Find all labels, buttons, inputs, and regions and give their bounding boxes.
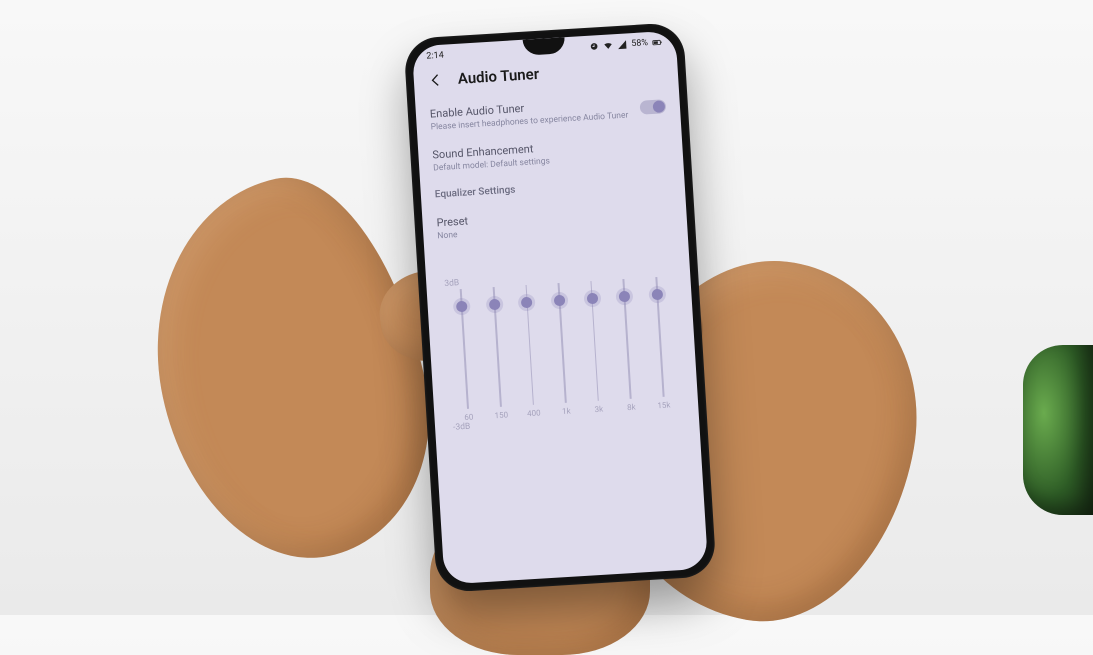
eq-freq-label: 8k	[627, 403, 636, 413]
eq-slider-knob[interactable]	[456, 301, 468, 313]
alarm-icon	[589, 41, 600, 52]
back-button[interactable]	[427, 72, 444, 89]
eq-band: 15k	[640, 276, 681, 411]
eq-slider-knob[interactable]	[586, 293, 598, 305]
eq-slider-knob[interactable]	[489, 299, 501, 311]
eq-slider-track	[590, 281, 599, 401]
eq-slider-track	[525, 285, 534, 405]
eq-freq-label: 3k	[594, 405, 603, 415]
status-battery-text: 58%	[631, 38, 648, 49]
page-title: Audio Tuner	[457, 65, 539, 88]
eq-slider-knob[interactable]	[651, 289, 663, 301]
eq-freq-label: 1k	[562, 407, 571, 417]
eq-freq-label: 400	[527, 408, 541, 418]
signal-icon	[617, 39, 628, 50]
eq-slider-knob[interactable]	[619, 291, 631, 303]
hand-left	[123, 157, 456, 583]
phone-body: 2:14 58% Audio Tuner	[403, 22, 716, 593]
eq-slider-track	[558, 283, 567, 403]
battery-icon	[652, 37, 663, 48]
eq-freq-label: 150	[494, 410, 508, 420]
phone-screen: 2:14 58% Audio Tuner	[412, 30, 708, 584]
eq-slider-track	[623, 279, 632, 399]
eq-freq-label: 60	[464, 413, 474, 423]
enable-toggle[interactable]	[639, 99, 666, 115]
eq-freq-label: 15k	[657, 400, 671, 410]
eq-slider-knob[interactable]	[554, 295, 566, 307]
background-figurine	[1023, 345, 1093, 515]
wifi-icon	[603, 40, 614, 51]
eq-slider-track	[493, 287, 502, 407]
equalizer: 60 150 400 1k 3k 8k 15k	[445, 279, 681, 423]
status-time: 2:14	[426, 51, 444, 62]
eq-slider-track	[655, 277, 664, 397]
eq-slider-track	[460, 289, 469, 409]
eq-slider-knob[interactable]	[521, 297, 533, 309]
